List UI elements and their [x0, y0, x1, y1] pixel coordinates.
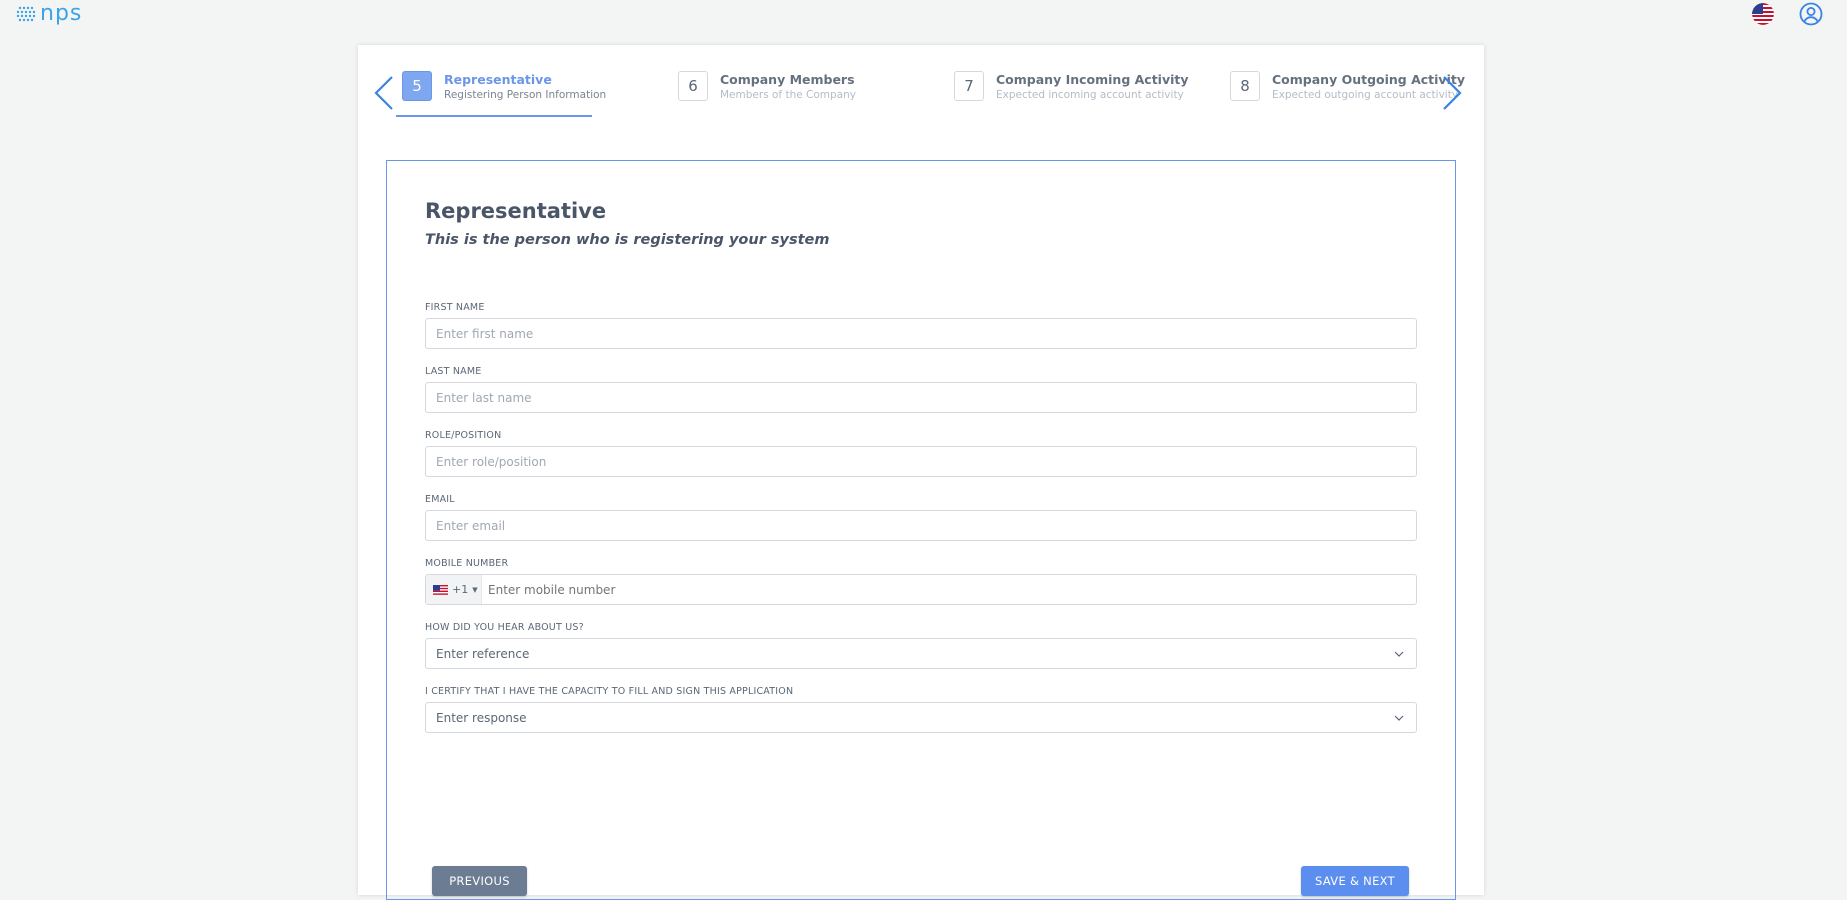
- form-title: Representative: [425, 199, 607, 223]
- step-company-incoming-activity[interactable]: 7 Company Incoming Activity Expected inc…: [954, 71, 1189, 117]
- certify-select[interactable]: Enter response: [425, 702, 1417, 733]
- email-label: EMAIL: [425, 494, 455, 505]
- stepper: 5 Representative Registering Person Info…: [358, 45, 1484, 125]
- mobile-input-wrapper: +1 ▼: [425, 574, 1417, 605]
- step-subtitle: Registering Person Information: [444, 89, 607, 101]
- certify-select-value: Enter response: [436, 710, 527, 725]
- mobile-field-group: MOBILE NUMBER +1 ▼: [425, 558, 1417, 605]
- us-flag-icon: [433, 584, 448, 595]
- last-name-label: LAST NAME: [425, 366, 482, 377]
- form-subtitle: This is the person who is registering yo…: [425, 232, 830, 248]
- step-subtitle: Expected incoming account activity: [996, 89, 1184, 101]
- registration-card: 5 Representative Registering Person Info…: [358, 45, 1484, 900]
- step-title: Company Incoming Activity: [996, 72, 1189, 87]
- role-label: ROLE/POSITION: [425, 430, 502, 441]
- email-input[interactable]: [425, 510, 1417, 541]
- step-number: 5: [402, 71, 432, 101]
- chevron-right-icon[interactable]: [1441, 75, 1463, 111]
- first-name-label: FIRST NAME: [425, 302, 485, 313]
- previous-button[interactable]: PREVIOUS: [432, 866, 527, 896]
- step-subtitle: Members of the Company: [720, 89, 856, 101]
- top-bar: nps: [0, 0, 1847, 30]
- reference-select-value: Enter reference: [436, 646, 530, 661]
- email-field-group: EMAIL: [425, 494, 1417, 541]
- role-field-group: ROLE/POSITION: [425, 430, 1417, 477]
- step-subtitle: Expected outgoing account activity: [1272, 89, 1459, 101]
- reference-label: HOW DID YOU HEAR ABOUT US?: [425, 622, 584, 633]
- save-next-button[interactable]: SAVE & NEXT: [1301, 866, 1409, 896]
- reference-select[interactable]: Enter reference: [425, 638, 1417, 669]
- step-title: Representative: [444, 72, 552, 87]
- first-name-input[interactable]: [425, 318, 1417, 349]
- step-number: 8: [1230, 71, 1260, 101]
- app-logo[interactable]: nps: [16, 1, 83, 26]
- step-representative[interactable]: 5 Representative Registering Person Info…: [402, 71, 606, 117]
- mobile-number-input[interactable]: [482, 575, 1416, 604]
- step-number: 7: [954, 71, 984, 101]
- certify-label: I CERTIFY THAT I HAVE THE CAPACITY TO FI…: [425, 686, 794, 697]
- caret-down-icon: ▼: [472, 585, 478, 594]
- mobile-label: MOBILE NUMBER: [425, 558, 509, 569]
- logo-text: nps: [40, 1, 83, 26]
- country-code: +1: [452, 583, 469, 596]
- step-number: 6: [678, 71, 708, 101]
- last-name-input[interactable]: [425, 382, 1417, 413]
- step-company-members[interactable]: 6 Company Members Members of the Company: [678, 71, 856, 117]
- last-name-field-group: LAST NAME: [425, 366, 1417, 413]
- certify-field-group: I CERTIFY THAT I HAVE THE CAPACITY TO FI…: [425, 686, 1417, 733]
- chevron-left-icon[interactable]: [373, 75, 395, 111]
- country-code-selector[interactable]: +1 ▼: [426, 575, 482, 604]
- logo-dots-icon: [16, 6, 36, 22]
- step-title: Company Members: [720, 72, 855, 87]
- reference-field-group: HOW DID YOU HEAR ABOUT US? Enter referen…: [425, 622, 1417, 669]
- active-step-indicator: [396, 115, 592, 117]
- chevron-down-icon: [1394, 651, 1404, 657]
- step-company-outgoing-activity[interactable]: 8 Company Outgoing Activity Expected out…: [1230, 71, 1465, 117]
- first-name-field-group: FIRST NAME: [425, 302, 1417, 349]
- chevron-down-icon: [1394, 715, 1404, 721]
- representative-form: Representative This is the person who is…: [386, 160, 1456, 900]
- user-account-icon[interactable]: [1799, 2, 1823, 26]
- role-input[interactable]: [425, 446, 1417, 477]
- step-title: Company Outgoing Activity: [1272, 72, 1465, 87]
- us-flag-icon[interactable]: [1752, 3, 1774, 25]
